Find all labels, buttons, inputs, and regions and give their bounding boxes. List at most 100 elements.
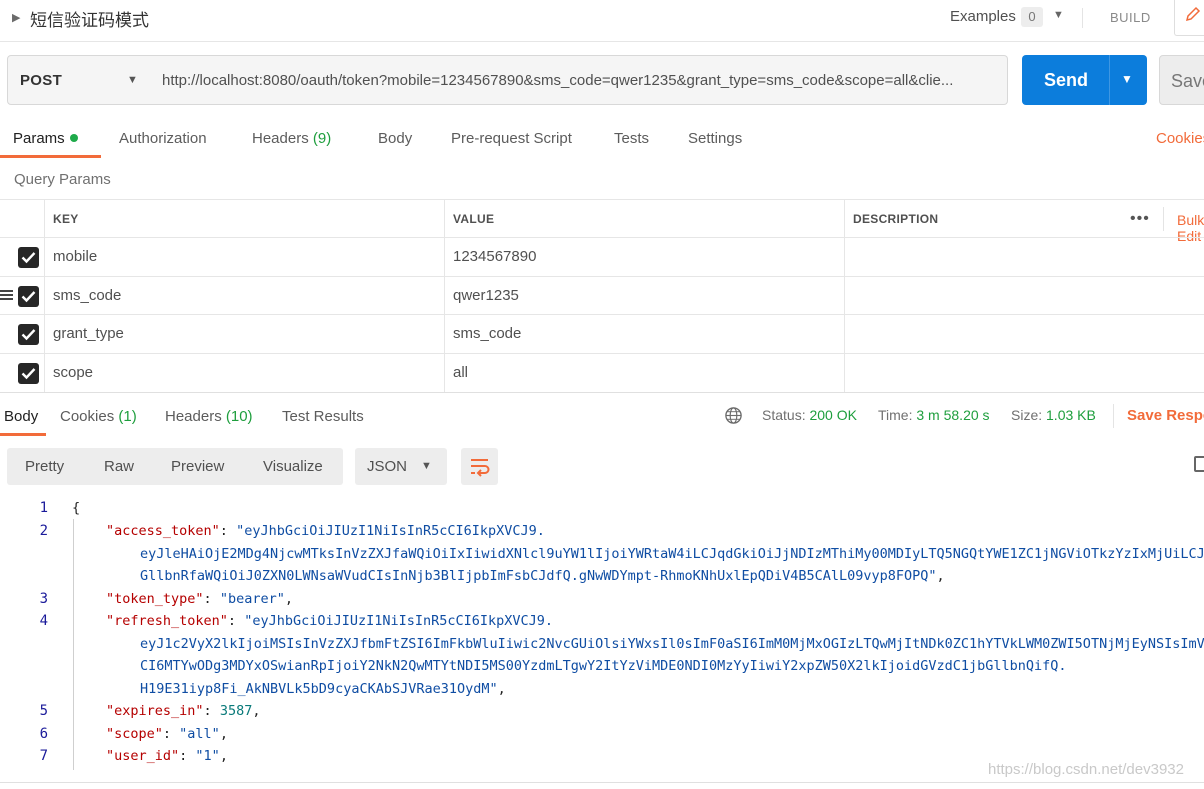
code-line: { [72,500,81,516]
chevron-down-icon[interactable]: ▼ [1053,9,1064,21]
send-button[interactable]: Send ▼ [1022,55,1147,105]
tab-headers[interactable]: Headers (9) [252,130,331,147]
method-value: POST [20,72,63,89]
request-title[interactable]: 短信验证码模式 [30,6,149,31]
param-key[interactable]: grant_type [44,315,445,353]
tab-body[interactable]: Body [378,130,412,147]
param-value[interactable]: 1234567890 [444,238,845,276]
json-key: "token_type" [106,591,204,607]
save-button[interactable]: Save [1159,55,1204,105]
language-select[interactable]: JSON ▼ [355,448,447,485]
param-value[interactable]: sms_code [444,315,845,353]
wrap-lines-button[interactable] [461,448,498,485]
line-number: 5 [39,703,48,719]
request-title-bar: ▶ 短信验证码模式 Examples 0 ▼ BUILD [0,0,1204,42]
json-string: eyJleHAiOjE2MDg4NjcwMTksInVzZXJfaWQiOiIx… [140,546,1204,562]
checkbox-checked[interactable] [18,247,39,268]
checkbox-checked[interactable] [18,286,39,307]
json-number: 3587 [219,703,253,719]
cookies-link[interactable]: Cookies [1156,130,1204,147]
examples-count-badge: 0 [1021,7,1043,27]
code-line: CI6MTYwODg3MDYxOSwianRpIjoiY2NkN2QwMTYtN… [140,658,1067,674]
param-description[interactable] [844,354,1204,392]
param-value[interactable]: all [444,354,845,392]
divider [1109,55,1110,105]
divider [0,782,1204,783]
examples-button[interactable]: Examples [950,8,1016,25]
json-key: "user_id" [106,748,180,764]
method-select[interactable]: POST ▼ [7,55,151,105]
build-button[interactable]: BUILD [1110,10,1151,25]
url-input[interactable]: http://localhost:8080/oauth/token?mobile… [150,55,1008,105]
line-number: 4 [39,613,48,629]
code-line: "scope": "all", [106,726,228,742]
collapse-triangle-icon[interactable]: ▶ [12,11,20,24]
save-response-button[interactable]: Save Response [1127,407,1204,424]
chevron-down-icon[interactable]: ▼ [1121,72,1133,86]
format-preview[interactable]: Preview [171,458,224,475]
code-line: "refresh_token": "eyJhbGciOiJIUzI1NiIsIn… [106,613,554,629]
code-line: "token_type": "bearer", [106,591,293,607]
param-key[interactable]: mobile [44,238,445,276]
params-header-row: KEY VALUE DESCRIPTION ••• Bulk Edit [0,199,1204,244]
checkbox-checked[interactable] [18,363,39,384]
json-key: "expires_in" [106,703,204,719]
time-indicator: Time: 3 m 58.20 s [878,407,990,423]
param-key[interactable]: scope [44,354,445,392]
json-string: CI6MTYwODg3MDYxOSwianRpIjoiY2NkN2QwMTYtN… [140,658,1067,674]
more-options-icon[interactable]: ••• [1130,210,1150,228]
tab-response-headers[interactable]: Headers (10) [165,408,253,425]
copy-icon[interactable] [1194,456,1204,472]
globe-icon[interactable] [724,406,743,425]
tab-response-body[interactable]: Body [4,408,38,425]
tab-test-results[interactable]: Test Results [282,408,364,425]
column-header-key: KEY [44,200,445,238]
tab-params[interactable]: Params [13,130,78,147]
json-key: "refresh_token" [106,613,228,629]
chevron-down-icon: ▼ [127,74,138,86]
tab-headers-count: (9) [312,130,332,147]
format-tabs: Pretty Raw Preview Visualize [7,448,343,485]
json-string: "1" [195,748,220,764]
time-label: Time: [878,407,913,423]
tab-settings[interactable]: Settings [688,130,742,147]
code-line: H19E31iyp8Fi_AkNBVLk5bD9cyaCKAbSJVRae31O… [140,681,506,697]
code-line: "user_id": "1", [106,748,228,764]
param-key[interactable]: sms_code [44,277,445,315]
status-label: Status: [762,407,806,423]
param-description[interactable] [844,277,1204,315]
tab-authorization[interactable]: Authorization [119,130,207,147]
tab-cookies-count: (1) [118,408,137,425]
divider [1113,404,1114,428]
tab-resp-headers-count: (10) [225,408,253,425]
tab-prerequest-script[interactable]: Pre-request Script [451,130,572,147]
json-string: "bearer" [219,591,285,607]
status-indicator: Status: 200 OK [762,407,857,423]
param-description[interactable] [844,315,1204,353]
watermark: https://blog.csdn.net/dev3932 [988,761,1184,778]
tab-tests[interactable]: Tests [614,130,649,147]
format-pretty[interactable]: Pretty [25,458,64,475]
code-line: eyJ1c2VyX2lkIjoiMSIsInVzZXJfbmFtZSI6ImFk… [140,636,1204,652]
format-visualize[interactable]: Visualize [263,458,323,475]
json-string: eyJ1c2VyX2lkIjoiMSIsInVzZXJfbmFtZSI6ImFk… [140,636,1204,652]
checkbox-checked[interactable] [18,324,39,345]
divider [1082,8,1083,28]
pencil-icon[interactable] [1174,0,1204,36]
param-value[interactable]: qwer1235 [444,277,845,315]
format-raw[interactable]: Raw [104,458,134,475]
line-number: 7 [39,748,48,764]
divider [1163,207,1164,231]
tab-cookies-label: Cookies [60,408,115,425]
time-value: 3 m 58.20 s [916,407,990,423]
status-value: 200 OK [809,407,857,423]
tab-params-label: Params [13,130,65,147]
code-line: eyJleHAiOjE2MDg4NjcwMTksInVzZXJfaWQiOiIx… [140,546,1204,562]
table-row: scope all [0,353,1204,392]
code-line: "access_token": "eyJhbGciOiJIUzI1NiIsInR… [106,523,545,539]
drag-handle-icon[interactable] [0,290,13,301]
chevron-down-icon: ▼ [421,460,432,472]
indent-guide [73,519,74,770]
param-description[interactable] [844,238,1204,276]
tab-response-cookies[interactable]: Cookies (1) [60,408,137,425]
